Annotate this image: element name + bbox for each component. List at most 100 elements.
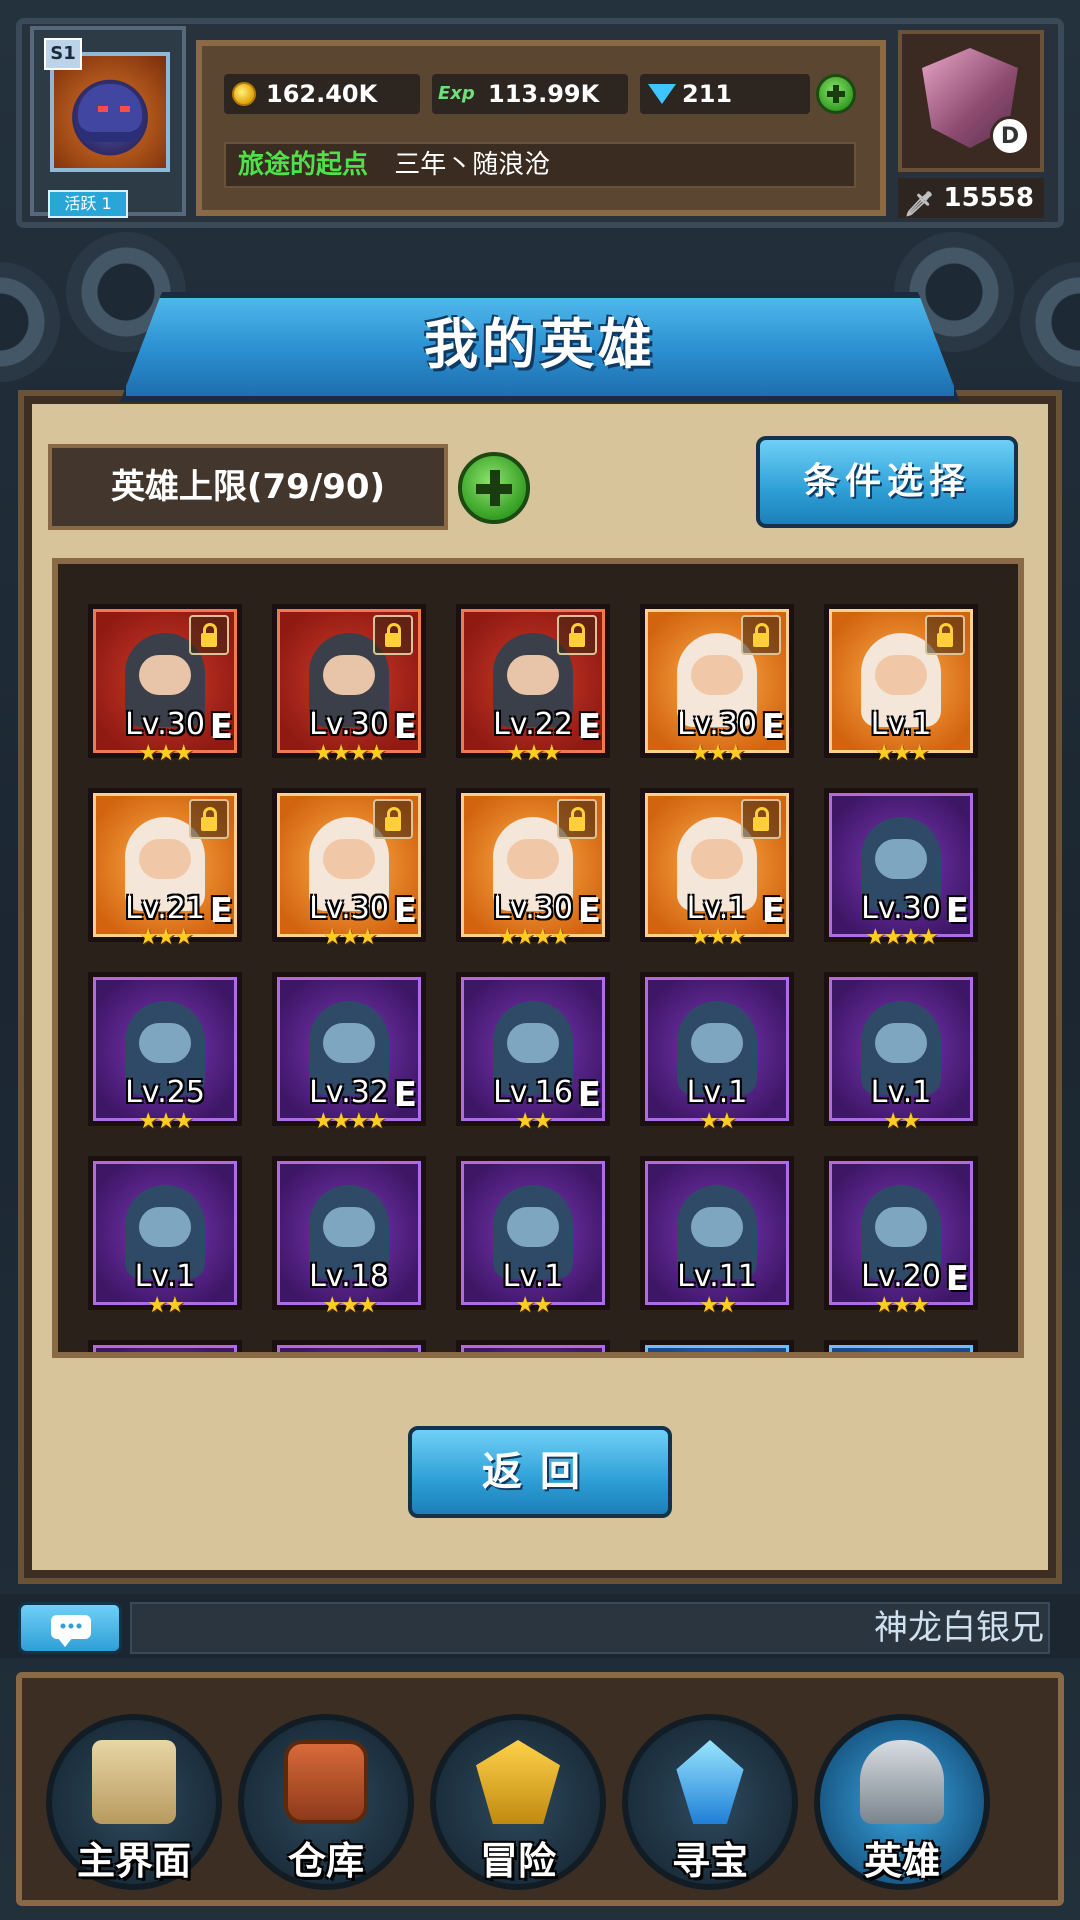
hero-stars: ★★★	[874, 741, 929, 766]
lock-icon	[741, 799, 781, 839]
demon-portrait-icon	[78, 84, 142, 142]
player-info-panel: 162.40K Exp 113.99K 211 旅途的起点 三年丶随浪沧	[196, 40, 886, 216]
portrait-eye	[98, 106, 108, 112]
gold-counter: 162.40K	[224, 74, 420, 114]
hero-card[interactable]: Lv.1 ★★	[456, 1156, 610, 1318]
nav-backpack-button[interactable]: 仓库	[238, 1714, 414, 1890]
hero-stars: ★★	[883, 1109, 920, 1134]
hero-card[interactable]: Lv.30 E ★★★	[88, 604, 242, 766]
expand-capacity-button[interactable]	[458, 452, 530, 524]
nav-label: 英雄	[863, 1839, 940, 1883]
hero-face	[507, 839, 559, 879]
player-avatar-frame[interactable]: S1 活跃 1	[30, 26, 186, 218]
activity-badge: 活跃 1	[48, 190, 128, 218]
hero-stars: ★★★	[874, 1293, 929, 1318]
hero-stars: ★★★	[506, 741, 561, 766]
hero-grid[interactable]: Lv.30 E ★★★ Lv.30 E ★★★★ Lv.22 E ★★★ Lv.30 E ★★★ Lv.…	[52, 558, 1024, 1358]
hero-level: Lv.11	[677, 1259, 757, 1294]
nav-label: 仓库	[287, 1839, 364, 1883]
hero-card[interactable]: Lv.1 ★★★	[824, 604, 978, 766]
hero-stars: ★★★	[138, 1109, 193, 1134]
nav-scroll-button[interactable]: 主界面	[46, 1714, 222, 1890]
hero-face	[323, 1023, 375, 1063]
hero-face	[875, 1023, 927, 1063]
hero-card[interactable]: Lv.30 E ★★★	[272, 788, 426, 950]
chat-row: 神龙白银兄	[0, 1594, 1080, 1658]
crystal-icon	[676, 1740, 744, 1824]
filter-button[interactable]: 条件选择	[756, 436, 1018, 528]
page-title: 我的英雄	[424, 313, 656, 376]
hero-stars: ★★★	[690, 741, 745, 766]
hero-card-partial[interactable]	[640, 1340, 794, 1352]
scroll-icon	[92, 1740, 176, 1824]
exp-counter: Exp 113.99K	[432, 74, 628, 114]
lock-icon	[557, 615, 597, 655]
chat-button[interactable]	[18, 1602, 122, 1654]
hero-stars: ★★	[699, 1293, 736, 1318]
hero-stars: ★★★★	[313, 741, 387, 766]
hero-level: Lv.18	[309, 1259, 389, 1294]
guild-emblem-button[interactable]: D	[898, 30, 1044, 172]
crest-icon	[476, 1740, 560, 1824]
hero-face	[691, 1023, 743, 1063]
hero-card[interactable]: Lv.22 E ★★★	[456, 604, 610, 766]
lock-icon	[373, 615, 413, 655]
nav-label: 主界面	[76, 1839, 191, 1883]
hero-card[interactable]: Lv.30 E ★★★★	[824, 788, 978, 950]
nav-crystal-button[interactable]: 寻宝	[622, 1714, 798, 1890]
nav-helmet-button[interactable]: 英雄	[814, 1714, 990, 1890]
hero-level: Lv.1	[686, 1075, 748, 1110]
hero-level: Lv.1	[134, 1259, 196, 1294]
hero-card-partial[interactable]	[824, 1340, 978, 1352]
hero-card[interactable]: Lv.20 E ★★★	[824, 1156, 978, 1318]
hero-face	[323, 839, 375, 879]
hero-face	[507, 655, 559, 695]
hero-card[interactable]: Lv.1 ★★	[824, 972, 978, 1134]
backpack-icon	[284, 1740, 368, 1824]
hero-card[interactable]: Lv.30 E ★★★★	[456, 788, 610, 950]
hero-card[interactable]: Lv.1 E ★★★	[640, 788, 794, 950]
hero-stars: ★★★	[138, 741, 193, 766]
hero-card[interactable]: Lv.1 ★★	[88, 1156, 242, 1318]
sword-icon: 🗡	[904, 190, 935, 218]
title-bar: 旅途的起点 三年丶随浪沧	[224, 142, 856, 188]
lock-icon	[925, 615, 965, 655]
hero-face	[139, 655, 191, 695]
gold-value: 162.40K	[266, 80, 378, 108]
hero-card[interactable]: Lv.16 E ★★	[456, 972, 610, 1134]
game-screen: S1 活跃 1 162.40K Exp 113.99K 211 旅途的起点 三年…	[0, 0, 1080, 1920]
hero-card[interactable]: Lv.30 E ★★★★	[272, 604, 426, 766]
gem-counter: 211	[640, 74, 810, 114]
back-button[interactable]: 返回	[408, 1426, 672, 1518]
season-badge: S1	[44, 38, 82, 70]
gold-coin-icon	[232, 82, 256, 106]
gear-decoration	[1020, 262, 1080, 382]
hero-card-partial[interactable]	[88, 1340, 242, 1352]
chat-dots	[59, 1623, 83, 1629]
hero-card-partial[interactable]	[456, 1340, 610, 1352]
combat-power-value: 15558	[943, 183, 1034, 213]
hero-stars: ★★★★	[865, 925, 939, 950]
hero-card[interactable]: Lv.30 E ★★★	[640, 604, 794, 766]
player-avatar[interactable]	[50, 52, 170, 172]
hero-card[interactable]: Lv.1 ★★	[640, 972, 794, 1134]
gem-value: 211	[682, 80, 733, 108]
hero-card[interactable]: Lv.11 ★★	[640, 1156, 794, 1318]
hero-stars: ★★★★	[497, 925, 571, 950]
add-gems-button[interactable]	[816, 74, 856, 114]
hero-card-partial[interactable]	[272, 1340, 426, 1352]
hero-stars: ★★★	[322, 1293, 377, 1318]
hero-card[interactable]: Lv.21 E ★★★	[88, 788, 242, 950]
combat-power: 🗡 15558	[898, 178, 1044, 218]
hero-level: Lv.1	[870, 1075, 932, 1110]
hero-card[interactable]: Lv.18 ★★★	[272, 1156, 426, 1318]
helmet-icon	[860, 1740, 944, 1824]
hero-card[interactable]: Lv.25 ★★★	[88, 972, 242, 1134]
lock-icon	[373, 799, 413, 839]
nav-crest-button[interactable]: 冒险	[430, 1714, 606, 1890]
hero-face	[875, 839, 927, 879]
nav-label: 冒险	[479, 1839, 556, 1883]
hero-card[interactable]: Lv.32 E ★★★★	[272, 972, 426, 1134]
bottom-nav: 主界面 仓库 冒险 寻宝 英雄	[16, 1672, 1064, 1906]
chat-ticker[interactable]: 神龙白银兄	[130, 1602, 1050, 1654]
